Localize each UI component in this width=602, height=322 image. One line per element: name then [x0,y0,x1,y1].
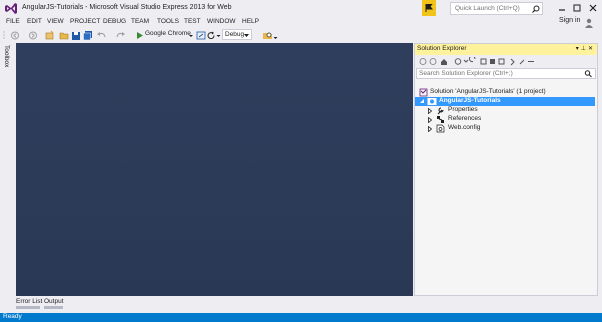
web-project-icon [427,98,437,105]
menu-help[interactable]: HELP [242,18,259,25]
solution-explorer-search-input[interactable]: Search Solution Explorer (Ctrl+;) [416,68,596,79]
bottom-tool-tabs: Error List Output [16,296,413,313]
menu-project[interactable]: PROJECT [70,18,100,25]
status-bar: Ready [0,313,602,322]
window-title: AngularJS-Tutorials - Microsoft Visual S… [22,4,232,11]
solution-explorer-title: Solution Explorer [417,45,467,52]
collapsed-triangle-icon[interactable] [428,108,432,114]
tree-node-project[interactable]: AngularJS-Tutorials [415,97,595,106]
references-icon [437,116,444,123]
tree-node-webconfig[interactable]: Web.config [415,124,595,133]
flag-icon [425,4,433,12]
navigate-forward-icon[interactable] [28,30,38,41]
expanded-triangle-icon[interactable] [420,99,425,104]
title-bar: AngularJS-Tutorials - Microsoft Visual S… [0,0,602,17]
solution-explorer-search-placeholder: Search Solution Explorer (Ctrl+;) [419,70,513,77]
navigate-back-icon[interactable] [10,30,20,41]
quick-launch-placeholder: Quick Launch (Ctrl+Q) [455,5,520,12]
menu-view[interactable]: VIEW [47,18,64,25]
menu-debug[interactable]: DEBUG [103,18,126,25]
quick-launch-input[interactable]: Quick Launch (Ctrl+Q) [450,2,543,15]
tree-node-properties[interactable]: Properties [415,106,595,115]
sign-in-link[interactable]: Sign in [559,17,580,24]
config-file-icon [436,124,445,133]
start-debugging-icon[interactable] [135,30,145,41]
tab-output-indicator [44,306,63,309]
new-project-icon[interactable] [45,30,55,41]
tree-node-webconfig-label: Web.config [448,124,481,131]
notifications-button[interactable] [422,0,436,16]
tab-error-list-indicator [16,306,40,309]
toolbar-overflow-icon[interactable] [273,30,278,41]
tree-node-references-label: References [448,115,482,122]
menu-test[interactable]: TEST [184,18,201,25]
menu-team[interactable]: TEAM [131,18,149,25]
tree-node-references[interactable]: References [415,115,595,124]
visual-studio-logo-icon [5,3,17,14]
menu-bar: FILE EDIT VIEW PROJECT DEBUG TEAM TOOLS … [0,17,602,29]
chevron-down-icon[interactable] [216,30,221,41]
toolbox-tab-strip [0,43,14,313]
collapsed-triangle-icon[interactable] [428,126,432,132]
menu-window[interactable]: WINDOW [207,18,236,25]
save-icon[interactable] [71,30,81,41]
wrench-icon [437,107,444,115]
save-all-icon[interactable] [83,30,93,41]
minimize-button[interactable] [556,2,568,14]
tree-node-solution-label: Solution 'AngularJS-Tutorials' (1 projec… [430,88,546,95]
status-text: Ready [3,313,22,320]
collapsed-triangle-icon[interactable] [428,117,432,123]
redo-icon[interactable] [114,30,126,41]
close-button[interactable] [587,2,599,14]
close-icon[interactable]: ✕ [588,46,595,52]
tree-node-project-label: AngularJS-Tutorials [439,97,501,104]
start-target-label[interactable]: Google Chrome [145,30,191,37]
undo-icon[interactable] [96,30,108,41]
tab-output[interactable]: Output [44,298,64,305]
pin-icon[interactable]: ⊥ [581,46,588,52]
standard-toolbar [0,29,602,42]
solution-explorer-header: Solution Explorer ▾⊥✕ [415,44,597,55]
editor-area [16,43,413,296]
solution-explorer-toolbar-icons [419,57,534,66]
open-file-icon[interactable] [59,30,69,41]
chevron-down-icon [244,34,249,37]
solution-explorer-toolbar [415,55,597,68]
panel-window-controls: ▾⊥✕ [576,45,595,52]
browser-link-icon[interactable] [196,30,206,41]
solution-explorer-panel: Solution Explorer ▾⊥✕ Search Solution Ex… [414,43,598,296]
maximize-button[interactable] [571,2,583,14]
search-icon [584,70,592,78]
solution-configuration-dropdown[interactable]: Debug [222,29,252,40]
toolbox-tab[interactable]: Toolbox [3,45,10,67]
solution-icon [419,88,428,97]
tree-node-solution[interactable]: Solution 'AngularJS-Tutorials' (1 projec… [417,88,595,97]
menu-tools[interactable]: TOOLS [157,18,179,25]
user-icon[interactable] [584,18,594,28]
menu-file[interactable]: FILE [6,18,20,25]
refresh-icon[interactable] [206,30,216,41]
toolbar-grip-icon [3,31,5,39]
tree-node-properties-label: Properties [448,106,478,113]
search-icon [532,5,540,13]
tab-error-list[interactable]: Error List [16,298,42,305]
menu-edit[interactable]: EDIT [27,18,42,25]
solution-tree: Solution 'AngularJS-Tutorials' (1 projec… [415,80,597,295]
solution-configuration-value: Debug [225,31,245,38]
